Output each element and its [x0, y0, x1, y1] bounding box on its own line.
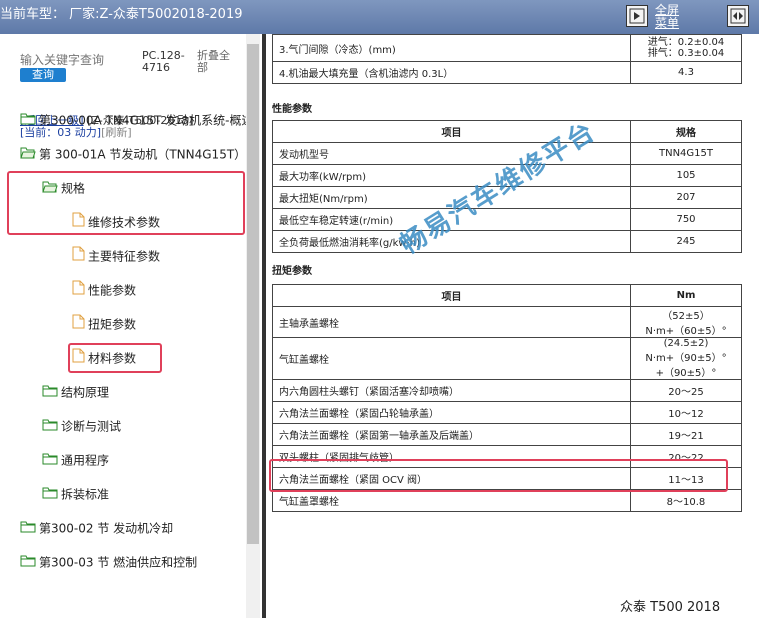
- tree-item-label: 通用程序: [61, 453, 110, 468]
- tree-item-label: 第300-02 节 发动机冷却: [39, 521, 174, 536]
- tree-item[interactable]: 性能参数: [72, 280, 136, 300]
- tree-item-label: 第 300-01A 节发动机（TNN4G15T）: [39, 147, 246, 162]
- table-row: 内六角圆柱头螺钉（紧固活塞冷却喷嘴） 20～25: [272, 379, 742, 402]
- folder-icon: [20, 553, 36, 573]
- search-button[interactable]: 查询: [20, 68, 66, 82]
- menu-label[interactable]: 菜单: [655, 17, 679, 30]
- tree-item[interactable]: 主要特征参数: [72, 246, 160, 266]
- table-row: 最低空车稳定转速(r/min) 750: [272, 208, 742, 231]
- table-header-row: 项目 规格: [272, 120, 742, 143]
- table-cell: 最大功率(kW/rpm): [272, 164, 631, 187]
- tree-item-label: 拆装标准: [61, 487, 110, 502]
- table-cell: 105: [630, 164, 742, 187]
- tree-item-label: 第300-03 节 燃油供应和控制: [39, 555, 198, 570]
- folder-icon: [20, 519, 36, 539]
- tree-item-label: 第300-00A TN4G15T 发动机系统-概述: [39, 113, 246, 128]
- table-header-cell: 项目: [272, 284, 631, 307]
- scrollbar-thumb[interactable]: [247, 44, 259, 544]
- tree-item-label: 结构原理: [61, 385, 110, 400]
- table-cell: 4.机油最大填充量（含机油滤内 0.3L）: [272, 61, 631, 84]
- top-bar: 当前车型： 厂家:Z-众泰T5002018-2019 全屏 菜单: [0, 0, 759, 34]
- pc-code: PC.128-4716: [142, 49, 185, 74]
- table-cell: 10～12: [630, 401, 742, 424]
- table-cell: 进气：0.2±0.04 排气：0.3±0.04: [630, 34, 742, 62]
- table-cell: TNN4G15T: [630, 142, 742, 165]
- page-footer: 众泰 T500 2018: [620, 600, 721, 615]
- folder-icon: [42, 451, 58, 471]
- table-cell: 3.气门间隙（冷态）(mm): [272, 34, 631, 62]
- tree-item[interactable]: 第300-00A TN4G15T 发动机系统-概述: [20, 110, 246, 130]
- tree-item-label: 性能参数: [88, 283, 137, 298]
- table-header-row: 项目 Nm: [272, 284, 742, 307]
- table-row: 气缸盖螺栓 (24.5±2) N·m+（90±5）°+（90±5）°: [272, 337, 742, 380]
- table-cell: 气缸盖螺栓: [272, 337, 631, 380]
- table-cell: 207: [630, 186, 742, 209]
- table-cell: (24.5±2) N·m+（90±5）°+（90±5）°: [630, 337, 742, 380]
- value-line: 进气：0.2±0.04: [647, 37, 725, 48]
- folder-icon: [42, 485, 58, 505]
- tree-item[interactable]: 第300-02 节 发动机冷却: [20, 518, 173, 538]
- left-tree-panel: 查询 PC.128-4716 折叠全部 [返回上一级] [Z-众泰-T500-2…: [0, 34, 246, 618]
- table-row: 主轴承盖螺栓 （52±5）N·m+（60±5）°: [272, 306, 742, 338]
- folder-icon: [42, 383, 58, 403]
- table-row: 六角法兰面螺栓（紧固第一轴承盖及后端盖） 19～21: [272, 423, 742, 446]
- top-spec-table: 3.气门间隙（冷态）(mm) 进气：0.2±0.04 排气：0.3±0.04 4…: [272, 34, 742, 84]
- tree-item[interactable]: 第 300-01A 节发动机（TNN4G15T）: [20, 144, 246, 164]
- document-icon: [72, 246, 85, 267]
- table-header-cell: Nm: [630, 284, 742, 307]
- table-cell: 20～25: [630, 379, 742, 402]
- split-view-button[interactable]: [727, 5, 749, 27]
- tree-item-label: 扭矩参数: [88, 317, 137, 332]
- table-row: 3.气门间隙（冷态）(mm) 进气：0.2±0.04 排气：0.3±0.04: [272, 34, 742, 62]
- folder-icon: [20, 111, 36, 131]
- search-input[interactable]: [20, 52, 138, 68]
- tree-item[interactable]: 诊断与测试: [42, 416, 121, 436]
- tree-item[interactable]: 扭矩参数: [72, 314, 136, 334]
- tree-item[interactable]: 结构原理: [42, 382, 109, 402]
- table-header-cell: 规格: [630, 120, 742, 143]
- fullscreen-button[interactable]: [626, 5, 648, 27]
- torque-section-title: 扭矩参数: [272, 266, 312, 277]
- tree-item[interactable]: 拆装标准: [42, 484, 109, 504]
- folder-icon: [42, 417, 58, 437]
- table-row: 4.机油最大填充量（含机油滤内 0.3L） 4.3: [272, 61, 742, 84]
- split-view-icon: [730, 8, 746, 24]
- table-cell: 内六角圆柱头螺钉（紧固活塞冷却喷嘴）: [272, 379, 631, 402]
- fullscreen-menu-link[interactable]: 全屏 菜单: [655, 4, 679, 30]
- tree-item[interactable]: 第300-03 节 燃油供应和控制: [20, 552, 197, 572]
- table-cell: 8～10.8: [630, 489, 742, 512]
- highlight-box-tree-torque: [68, 343, 162, 373]
- value-line: 排气：0.3±0.04: [647, 48, 725, 59]
- fullscreen-icon: [629, 8, 645, 24]
- table-cell: 气缸盖罩螺栓: [272, 489, 631, 512]
- highlight-box-torque-row: [269, 459, 728, 492]
- performance-section-title: 性能参数: [272, 104, 312, 115]
- left-scrollbar[interactable]: [246, 34, 260, 618]
- table-cell: 主轴承盖螺栓: [272, 306, 631, 338]
- tree-item-label: 主要特征参数: [88, 249, 161, 264]
- document-icon: [72, 280, 85, 301]
- tree-item-label: 诊断与测试: [61, 419, 122, 434]
- table-row: 六角法兰面螺栓（紧固凸轮轴承盖） 10～12: [272, 401, 742, 424]
- document-edge: [262, 34, 266, 618]
- table-cell: 19～21: [630, 423, 742, 446]
- table-cell: 4.3: [630, 61, 742, 84]
- table-cell: 245: [630, 230, 742, 253]
- table-cell: 750: [630, 208, 742, 231]
- table-cell: 六角法兰面螺栓（紧固凸轮轴承盖）: [272, 401, 631, 424]
- document-icon: [72, 314, 85, 335]
- table-cell: （52±5）N·m+（60±5）°: [630, 306, 742, 338]
- table-row: 气缸盖罩螺栓 8～10.8: [272, 489, 742, 512]
- tree-item[interactable]: 通用程序: [42, 450, 109, 470]
- folder-open-icon: [20, 145, 36, 165]
- table-cell: 六角法兰面螺栓（紧固第一轴承盖及后端盖）: [272, 423, 631, 446]
- current-model-title: 当前车型： 厂家:Z-众泰T5002018-2019: [0, 7, 243, 22]
- highlight-box-tree-chapter: [7, 171, 245, 235]
- table-row: 全负荷最低燃油消耗率(g/kw·h) 245: [272, 230, 742, 253]
- collapse-all-link[interactable]: 折叠全部: [197, 50, 237, 74]
